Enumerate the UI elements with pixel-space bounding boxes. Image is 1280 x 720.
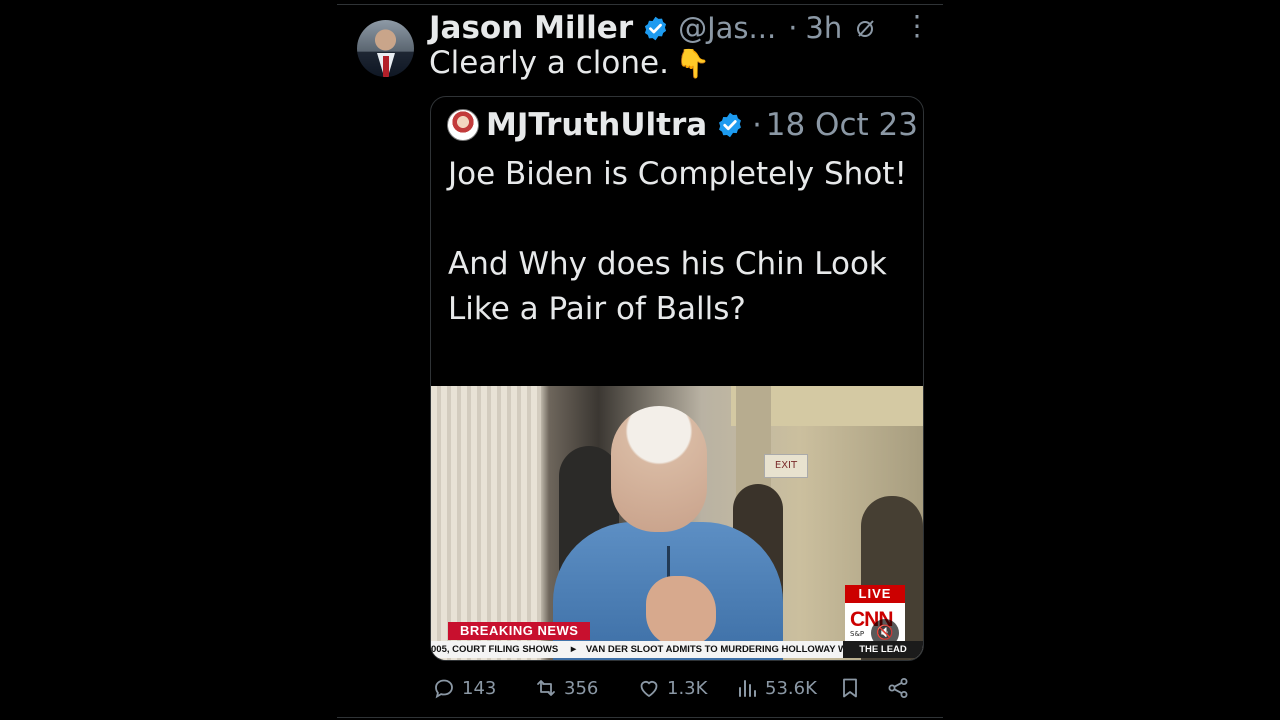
reply-count: 143 [462,677,497,699]
quoted-tweet[interactable]: MJTruthUltra · 18 Oct 23 Joe Biden is Co… [430,96,924,661]
action-bar: 143 356 1.3K 53.6K [430,676,922,706]
window-curtain [431,386,541,660]
more-options-icon[interactable]: ⋮ [903,12,931,40]
show-name: THE LEAD [843,641,923,658]
reply-icon [435,679,453,699]
tweet-text: Clearly a clone. 👇 [429,45,710,81]
quoted-header: MJTruthUltra · 18 Oct 23 [447,107,918,143]
edit-indicator-icon [854,16,878,46]
reply-button[interactable]: 143 [432,676,496,700]
retweet-button[interactable]: 356 [534,676,598,700]
views-button[interactable]: 53.6K [735,676,817,700]
pointing-down-emoji: 👇 [674,47,710,80]
network-logo-sub: S&P [850,630,865,638]
tweet-text-body: Clearly a clone. [429,45,669,81]
views-chart-icon [739,680,756,697]
author-name[interactable]: Jason Miller [429,10,633,46]
speaker-hand [646,576,716,646]
like-button[interactable]: 1.3K [637,676,707,700]
retweet-icon [537,680,555,696]
quoted-avatar [447,109,479,141]
retweet-count: 356 [564,677,599,699]
bookmark-button[interactable] [838,676,862,700]
avatar[interactable] [357,20,414,77]
video-player[interactable]: EXIT LIVE CNN S&P 🔇 BREAKING NEWS 005, C… [431,386,923,660]
quoted-text: Joe Biden is Completely Shot! And Why do… [448,152,918,332]
quoted-author-name: MJTruthUltra [486,107,708,143]
share-icon [888,678,908,698]
quoted-text-line2: And Why does his Chin Look Like a Pair o… [448,246,887,327]
exit-sign: EXIT [764,454,808,478]
like-count: 1.3K [667,677,708,699]
verified-badge-icon [645,16,667,41]
quoted-text-line1: Joe Biden is Completely Shot! [448,156,907,192]
bookmark-icon [843,678,857,698]
breaking-news-banner: BREAKING NEWS [448,622,591,640]
separator-dot: · [752,107,762,143]
speaker-head [611,406,707,532]
ticker-left-text: 005, COURT FILING SHOWS [431,644,559,655]
view-count: 53.6K [765,677,817,699]
verified-badge-icon [719,112,742,138]
heart-icon [640,680,658,698]
tweet-time[interactable]: 3h [805,11,842,45]
tweet-card: Jason Miller @Jas... · 3h ⋮ Clearly a cl… [337,0,943,720]
quoted-date: 18 Oct 23 [765,107,918,143]
avatar-tie [383,56,389,77]
tweet-header: Jason Miller @Jas... · 3h [429,10,878,46]
author-handle[interactable]: @Jas... [678,11,776,45]
separator-dot: · [788,11,798,45]
ticker-right-text: VAN DER SLOOT ADMITS TO MURDERING HOLLOW… [585,644,850,655]
news-ticker: 005, COURT FILING SHOWS ► VAN DER SLOOT … [431,641,923,658]
share-button[interactable] [886,676,910,700]
live-badge: LIVE [845,585,905,603]
ticker-arrow-icon: ► [568,644,579,655]
